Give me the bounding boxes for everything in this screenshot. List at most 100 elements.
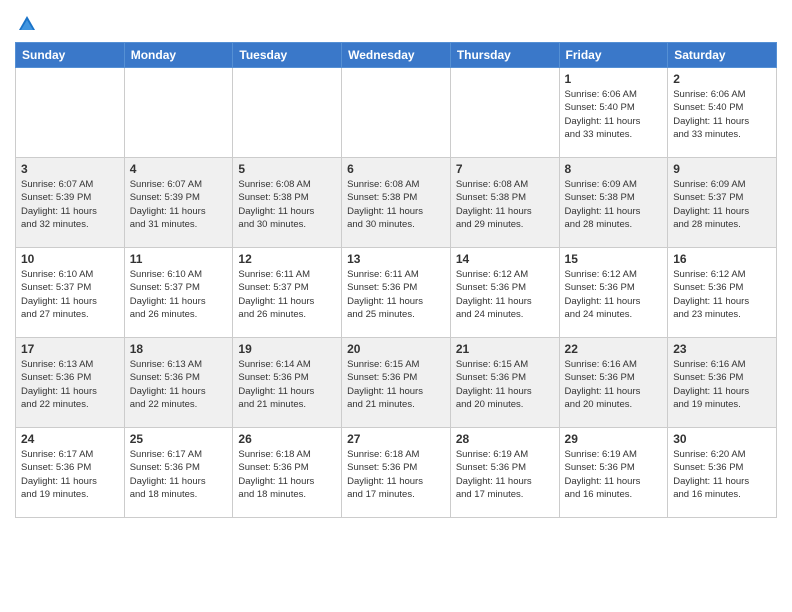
week-row-5: 24 Sunrise: 6:17 AM Sunset: 5:36 PM Dayli… bbox=[16, 428, 777, 518]
day-info: Sunrise: 6:17 AM Sunset: 5:36 PM Dayligh… bbox=[130, 448, 228, 501]
day-cell: 20 Sunrise: 6:15 AM Sunset: 5:36 PM Dayli… bbox=[342, 338, 451, 428]
week-row-1: 1Sunrise: 6:06 AM Sunset: 5:40 PM Daylig… bbox=[16, 68, 777, 158]
day-info: Sunrise: 6:08 AM Sunset: 5:38 PM Dayligh… bbox=[347, 178, 445, 231]
day-number: 12 bbox=[238, 252, 336, 266]
header bbox=[15, 10, 777, 34]
day-cell: 6Sunrise: 6:08 AM Sunset: 5:38 PM Daylig… bbox=[342, 158, 451, 248]
day-info: Sunrise: 6:09 AM Sunset: 5:37 PM Dayligh… bbox=[673, 178, 771, 231]
day-info: Sunrise: 6:09 AM Sunset: 5:38 PM Dayligh… bbox=[565, 178, 663, 231]
day-cell: 12 Sunrise: 6:11 AM Sunset: 5:37 PM Dayli… bbox=[233, 248, 342, 338]
day-cell: 18 Sunrise: 6:13 AM Sunset: 5:36 PM Dayli… bbox=[124, 338, 233, 428]
day-number: 29 bbox=[565, 432, 663, 446]
day-cell: 2 Sunrise: 6:06 AM Sunset: 5:40 PM Daylig… bbox=[668, 68, 777, 158]
day-number: 8 bbox=[565, 162, 663, 176]
day-cell: 22 Sunrise: 6:16 AM Sunset: 5:36 PM Dayli… bbox=[559, 338, 668, 428]
day-number: 23 bbox=[673, 342, 771, 356]
day-info: Sunrise: 6:12 AM Sunset: 5:36 PM Dayligh… bbox=[673, 268, 771, 321]
day-number: 18 bbox=[130, 342, 228, 356]
day-info: Sunrise: 6:18 AM Sunset: 5:36 PM Dayligh… bbox=[238, 448, 336, 501]
day-info: Sunrise: 6:06 AM Sunset: 5:40 PM Dayligh… bbox=[565, 88, 663, 141]
day-number: 28 bbox=[456, 432, 554, 446]
day-cell: 11 Sunrise: 6:10 AM Sunset: 5:37 PM Dayli… bbox=[124, 248, 233, 338]
day-cell: 8 Sunrise: 6:09 AM Sunset: 5:38 PM Daylig… bbox=[559, 158, 668, 248]
day-info: Sunrise: 6:08 AM Sunset: 5:38 PM Dayligh… bbox=[456, 178, 554, 231]
day-info: Sunrise: 6:16 AM Sunset: 5:36 PM Dayligh… bbox=[565, 358, 663, 411]
logo-icon bbox=[17, 14, 37, 34]
day-number: 14 bbox=[456, 252, 554, 266]
day-info: Sunrise: 6:13 AM Sunset: 5:36 PM Dayligh… bbox=[130, 358, 228, 411]
logo bbox=[15, 10, 37, 34]
day-info: Sunrise: 6:11 AM Sunset: 5:36 PM Dayligh… bbox=[347, 268, 445, 321]
day-number: 22 bbox=[565, 342, 663, 356]
day-number: 21 bbox=[456, 342, 554, 356]
day-info: Sunrise: 6:15 AM Sunset: 5:36 PM Dayligh… bbox=[347, 358, 445, 411]
day-info: Sunrise: 6:12 AM Sunset: 5:36 PM Dayligh… bbox=[565, 268, 663, 321]
day-cell: 13 Sunrise: 6:11 AM Sunset: 5:36 PM Dayli… bbox=[342, 248, 451, 338]
day-number: 25 bbox=[130, 432, 228, 446]
day-number: 24 bbox=[21, 432, 119, 446]
day-cell bbox=[124, 68, 233, 158]
day-cell: 4Sunrise: 6:07 AM Sunset: 5:39 PM Daylig… bbox=[124, 158, 233, 248]
day-info: Sunrise: 6:15 AM Sunset: 5:36 PM Dayligh… bbox=[456, 358, 554, 411]
day-number: 27 bbox=[347, 432, 445, 446]
day-cell: 24 Sunrise: 6:17 AM Sunset: 5:36 PM Dayli… bbox=[16, 428, 125, 518]
day-cell: 14 Sunrise: 6:12 AM Sunset: 5:36 PM Dayli… bbox=[450, 248, 559, 338]
week-row-2: 3 Sunrise: 6:07 AM Sunset: 5:39 PM Daylig… bbox=[16, 158, 777, 248]
day-number: 5 bbox=[238, 162, 336, 176]
day-info: Sunrise: 6:14 AM Sunset: 5:36 PM Dayligh… bbox=[238, 358, 336, 411]
weekday-header-sunday: Sunday bbox=[16, 43, 125, 68]
day-cell: 27 Sunrise: 6:18 AM Sunset: 5:36 PM Dayli… bbox=[342, 428, 451, 518]
day-info: Sunrise: 6:10 AM Sunset: 5:37 PM Dayligh… bbox=[21, 268, 119, 321]
day-number: 3 bbox=[21, 162, 119, 176]
day-info: Sunrise: 6:12 AM Sunset: 5:36 PM Dayligh… bbox=[456, 268, 554, 321]
day-cell: 30 Sunrise: 6:20 AM Sunset: 5:36 PM Dayli… bbox=[668, 428, 777, 518]
week-row-3: 10 Sunrise: 6:10 AM Sunset: 5:37 PM Dayli… bbox=[16, 248, 777, 338]
day-number: 17 bbox=[21, 342, 119, 356]
day-cell: 26 Sunrise: 6:18 AM Sunset: 5:36 PM Dayli… bbox=[233, 428, 342, 518]
day-cell: 10 Sunrise: 6:10 AM Sunset: 5:37 PM Dayli… bbox=[16, 248, 125, 338]
weekday-header-wednesday: Wednesday bbox=[342, 43, 451, 68]
day-cell bbox=[450, 68, 559, 158]
day-info: Sunrise: 6:07 AM Sunset: 5:39 PM Dayligh… bbox=[130, 178, 228, 231]
calendar: SundayMondayTuesdayWednesdayThursdayFrid… bbox=[15, 42, 777, 518]
week-row-4: 17 Sunrise: 6:13 AM Sunset: 5:36 PM Dayli… bbox=[16, 338, 777, 428]
weekday-header-saturday: Saturday bbox=[668, 43, 777, 68]
day-cell: 23Sunrise: 6:16 AM Sunset: 5:36 PM Dayli… bbox=[668, 338, 777, 428]
day-info: Sunrise: 6:19 AM Sunset: 5:36 PM Dayligh… bbox=[456, 448, 554, 501]
day-cell: 7Sunrise: 6:08 AM Sunset: 5:38 PM Daylig… bbox=[450, 158, 559, 248]
day-number: 13 bbox=[347, 252, 445, 266]
day-info: Sunrise: 6:07 AM Sunset: 5:39 PM Dayligh… bbox=[21, 178, 119, 231]
day-info: Sunrise: 6:11 AM Sunset: 5:37 PM Dayligh… bbox=[238, 268, 336, 321]
day-info: Sunrise: 6:10 AM Sunset: 5:37 PM Dayligh… bbox=[130, 268, 228, 321]
day-cell: 19 Sunrise: 6:14 AM Sunset: 5:36 PM Dayli… bbox=[233, 338, 342, 428]
day-cell bbox=[233, 68, 342, 158]
day-number: 11 bbox=[130, 252, 228, 266]
day-info: Sunrise: 6:06 AM Sunset: 5:40 PM Dayligh… bbox=[673, 88, 771, 141]
day-info: Sunrise: 6:13 AM Sunset: 5:36 PM Dayligh… bbox=[21, 358, 119, 411]
day-number: 2 bbox=[673, 72, 771, 86]
day-cell: 21 Sunrise: 6:15 AM Sunset: 5:36 PM Dayli… bbox=[450, 338, 559, 428]
day-cell: 1Sunrise: 6:06 AM Sunset: 5:40 PM Daylig… bbox=[559, 68, 668, 158]
day-number: 15 bbox=[565, 252, 663, 266]
day-info: Sunrise: 6:17 AM Sunset: 5:36 PM Dayligh… bbox=[21, 448, 119, 501]
day-number: 16 bbox=[673, 252, 771, 266]
day-cell bbox=[16, 68, 125, 158]
day-cell: 15 Sunrise: 6:12 AM Sunset: 5:36 PM Dayli… bbox=[559, 248, 668, 338]
day-number: 19 bbox=[238, 342, 336, 356]
day-number: 10 bbox=[21, 252, 119, 266]
day-number: 26 bbox=[238, 432, 336, 446]
weekday-header-row: SundayMondayTuesdayWednesdayThursdayFrid… bbox=[16, 43, 777, 68]
day-cell: 29 Sunrise: 6:19 AM Sunset: 5:36 PM Dayli… bbox=[559, 428, 668, 518]
day-number: 20 bbox=[347, 342, 445, 356]
day-number: 9 bbox=[673, 162, 771, 176]
day-info: Sunrise: 6:19 AM Sunset: 5:36 PM Dayligh… bbox=[565, 448, 663, 501]
day-cell: 9 Sunrise: 6:09 AM Sunset: 5:37 PM Daylig… bbox=[668, 158, 777, 248]
day-cell: 25 Sunrise: 6:17 AM Sunset: 5:36 PM Dayli… bbox=[124, 428, 233, 518]
day-cell: 17 Sunrise: 6:13 AM Sunset: 5:36 PM Dayli… bbox=[16, 338, 125, 428]
day-info: Sunrise: 6:20 AM Sunset: 5:36 PM Dayligh… bbox=[673, 448, 771, 501]
weekday-header-tuesday: Tuesday bbox=[233, 43, 342, 68]
day-number: 30 bbox=[673, 432, 771, 446]
day-cell: 28 Sunrise: 6:19 AM Sunset: 5:36 PM Dayli… bbox=[450, 428, 559, 518]
day-info: Sunrise: 6:18 AM Sunset: 5:36 PM Dayligh… bbox=[347, 448, 445, 501]
day-cell: 3 Sunrise: 6:07 AM Sunset: 5:39 PM Daylig… bbox=[16, 158, 125, 248]
